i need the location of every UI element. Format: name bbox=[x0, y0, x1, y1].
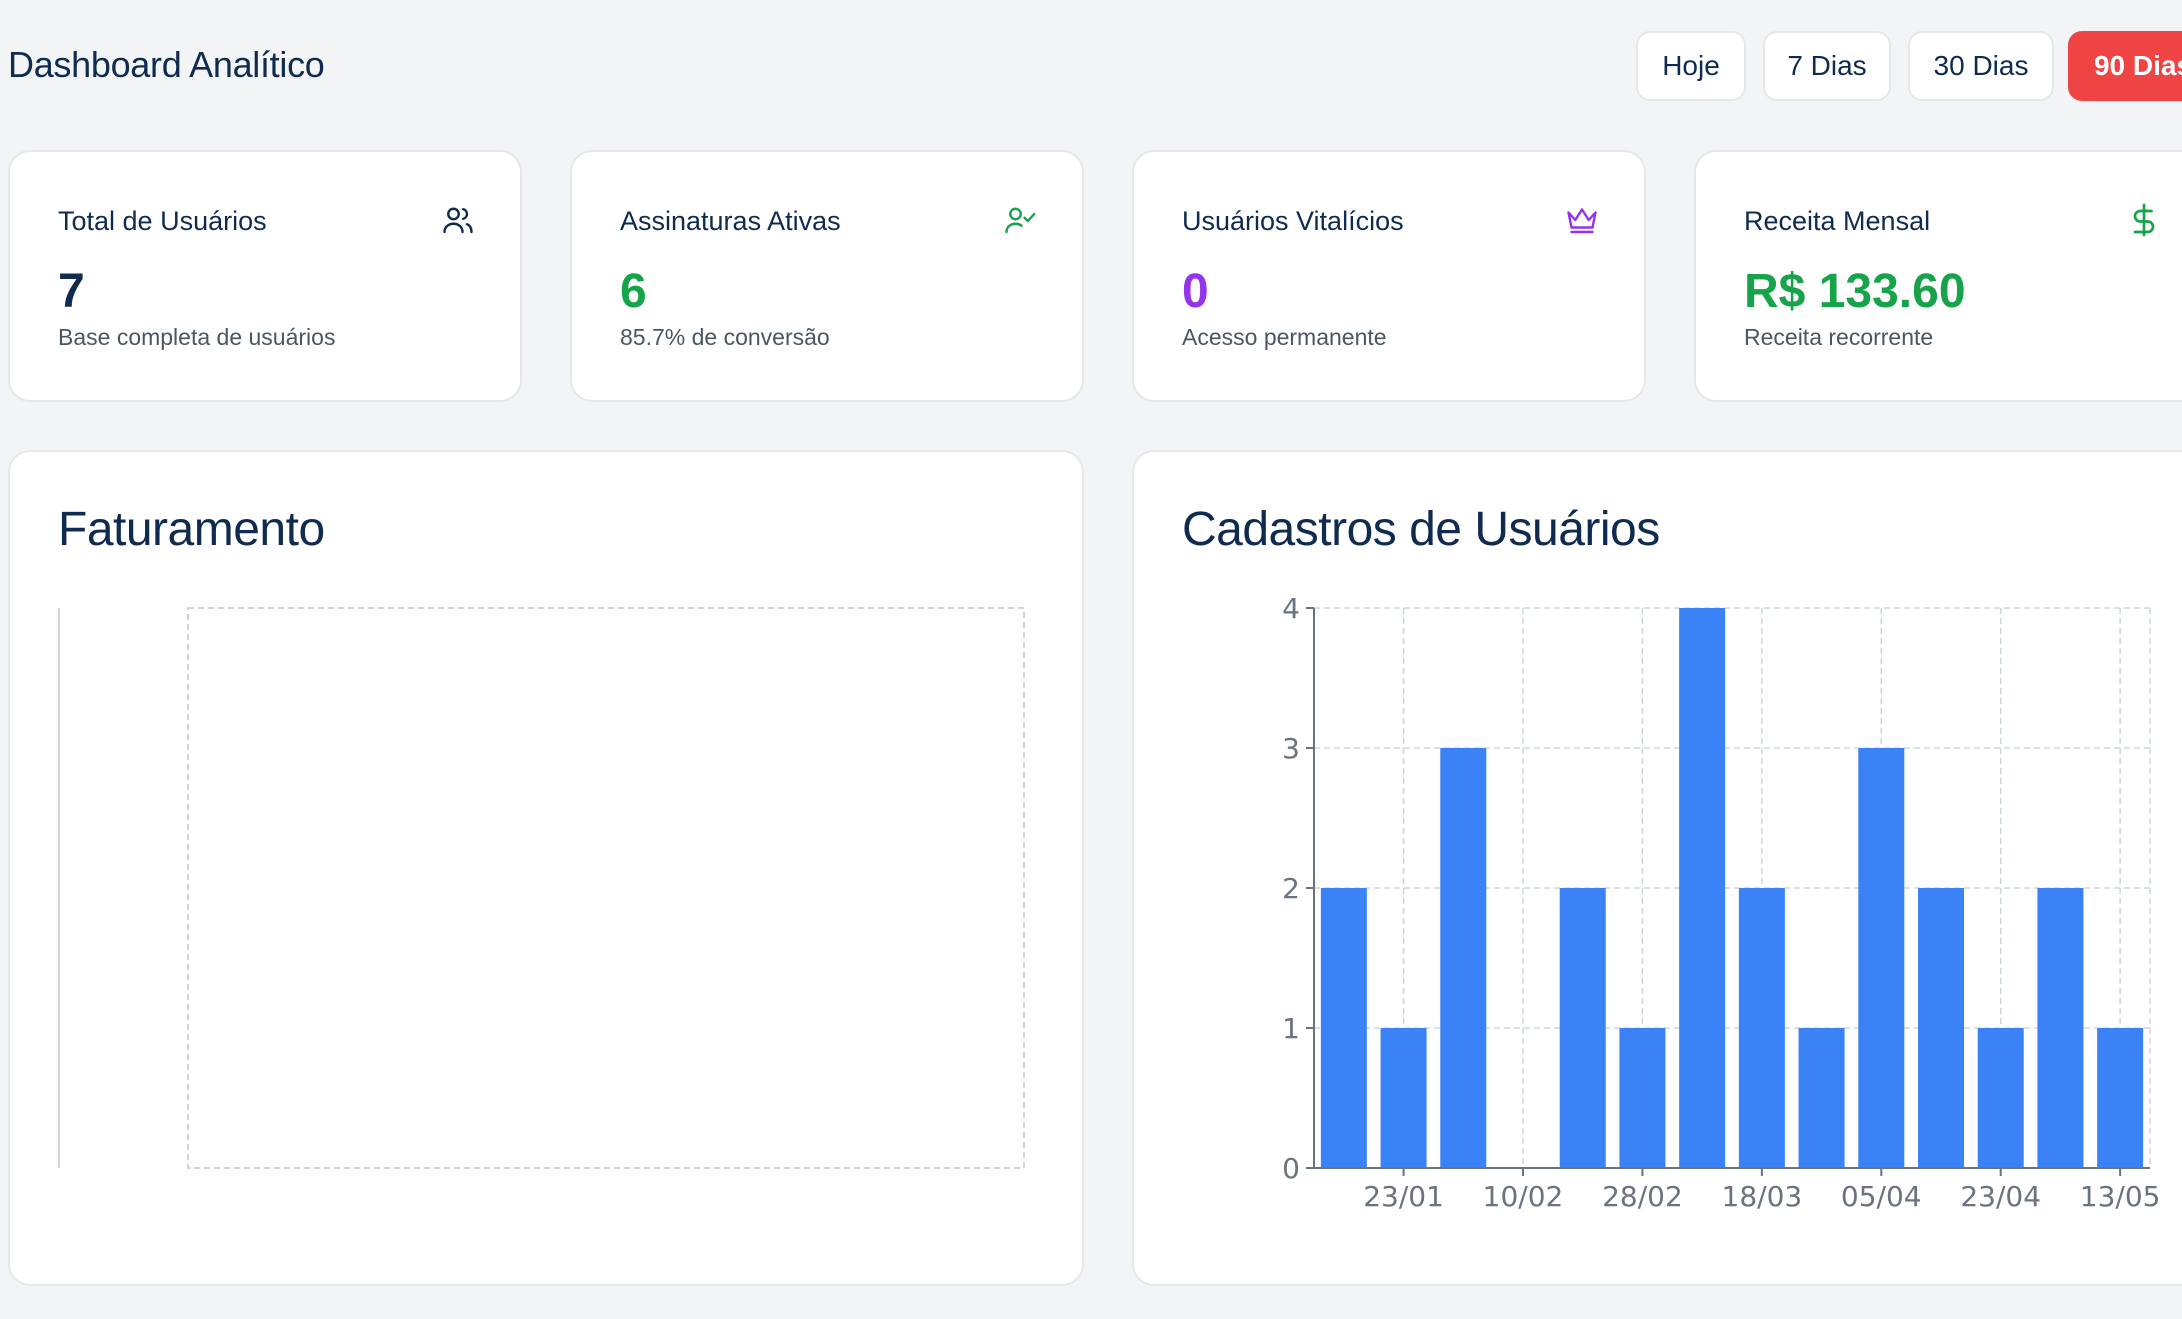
user-check-icon bbox=[1002, 202, 1038, 238]
bar bbox=[1918, 888, 1964, 1168]
signups-chart: 0 1 2 3 4 23/01 10/02 28/02 18/03 05/04 23/04 13/05 bbox=[1282, 592, 2161, 1213]
stat-card-lifetime-users: Usuários Vitalícios 0 Acesso permanente bbox=[1132, 150, 1646, 402]
y-tick-label: 4 bbox=[1282, 592, 1300, 625]
stat-label: Usuários Vitalícios bbox=[1182, 206, 1404, 236]
y-tick-label: 2 bbox=[1282, 872, 1300, 905]
range-button-today[interactable]: Hoje bbox=[1636, 31, 1746, 101]
stat-label: Assinaturas Ativas bbox=[620, 206, 841, 236]
bar bbox=[1679, 608, 1726, 1168]
users-icon bbox=[440, 202, 476, 238]
bar bbox=[1977, 1028, 2024, 1168]
stat-subtitle: Receita recorrente bbox=[1744, 324, 1934, 350]
stat-subtitle: Base completa de usuários bbox=[58, 324, 336, 350]
x-tick-label: 13/05 bbox=[2080, 1180, 2161, 1213]
stat-value: 7 bbox=[58, 265, 85, 318]
bar bbox=[2097, 1028, 2144, 1168]
x-tick-label: 18/03 bbox=[1722, 1180, 1803, 1213]
stat-card-monthly-revenue: Receita Mensal R$ 133.60 Receita recorre… bbox=[1694, 150, 2182, 402]
crown-icon bbox=[1564, 202, 1600, 238]
bar bbox=[1320, 888, 1367, 1168]
signups-chart-card: Cadastros de Usuários 0 1 2 3 4 23/01 10/02 28/… bbox=[1132, 450, 2182, 1286]
bar bbox=[1380, 1028, 1427, 1168]
dollar-icon bbox=[2126, 202, 2162, 238]
y-tick-label: 1 bbox=[1282, 1012, 1300, 1045]
x-tick-label: 28/02 bbox=[1602, 1180, 1683, 1213]
bar bbox=[1440, 748, 1487, 1168]
x-tick-label: 10/02 bbox=[1483, 1180, 1564, 1213]
stat-label: Receita Mensal bbox=[1744, 206, 1931, 236]
stat-subtitle: Acesso permanente bbox=[1182, 324, 1387, 350]
bar bbox=[1619, 1028, 1666, 1168]
revenue-chart bbox=[58, 607, 1025, 1169]
revenue-chart-card: Faturamento bbox=[8, 450, 1084, 1286]
bar bbox=[1559, 888, 1606, 1168]
page-title: Dashboard Analítico bbox=[8, 44, 325, 85]
range-button-30-days[interactable]: 30 Dias bbox=[1908, 31, 2054, 101]
y-tick-label: 3 bbox=[1282, 732, 1300, 765]
stat-card-total-users: Total de Usuários 7 Base completa de usu… bbox=[8, 150, 522, 402]
x-tick-label: 05/04 bbox=[1841, 1180, 1922, 1213]
bar bbox=[2037, 888, 2084, 1168]
y-tick-label: 0 bbox=[1282, 1152, 1300, 1185]
bar bbox=[1798, 1028, 1845, 1168]
stat-value: 0 bbox=[1182, 265, 1209, 318]
bar bbox=[1738, 888, 1785, 1168]
x-tick-label: 23/01 bbox=[1363, 1180, 1444, 1213]
revenue-plot-area bbox=[187, 607, 1025, 1169]
range-button-7-days[interactable]: 7 Dias bbox=[1763, 31, 1891, 101]
stat-card-active-subscriptions: Assinaturas Ativas 6 85.7% de conversão bbox=[570, 150, 1084, 402]
range-button-90-days[interactable]: 90 Dias bbox=[2068, 31, 2182, 101]
stat-subtitle: 85.7% de conversão bbox=[620, 324, 830, 350]
bar bbox=[1858, 748, 1905, 1168]
x-tick-label: 23/04 bbox=[1960, 1180, 2041, 1213]
stat-label: Total de Usuários bbox=[58, 206, 267, 236]
stat-value: R$ 133.60 bbox=[1744, 265, 1966, 318]
stat-value: 6 bbox=[620, 265, 647, 318]
